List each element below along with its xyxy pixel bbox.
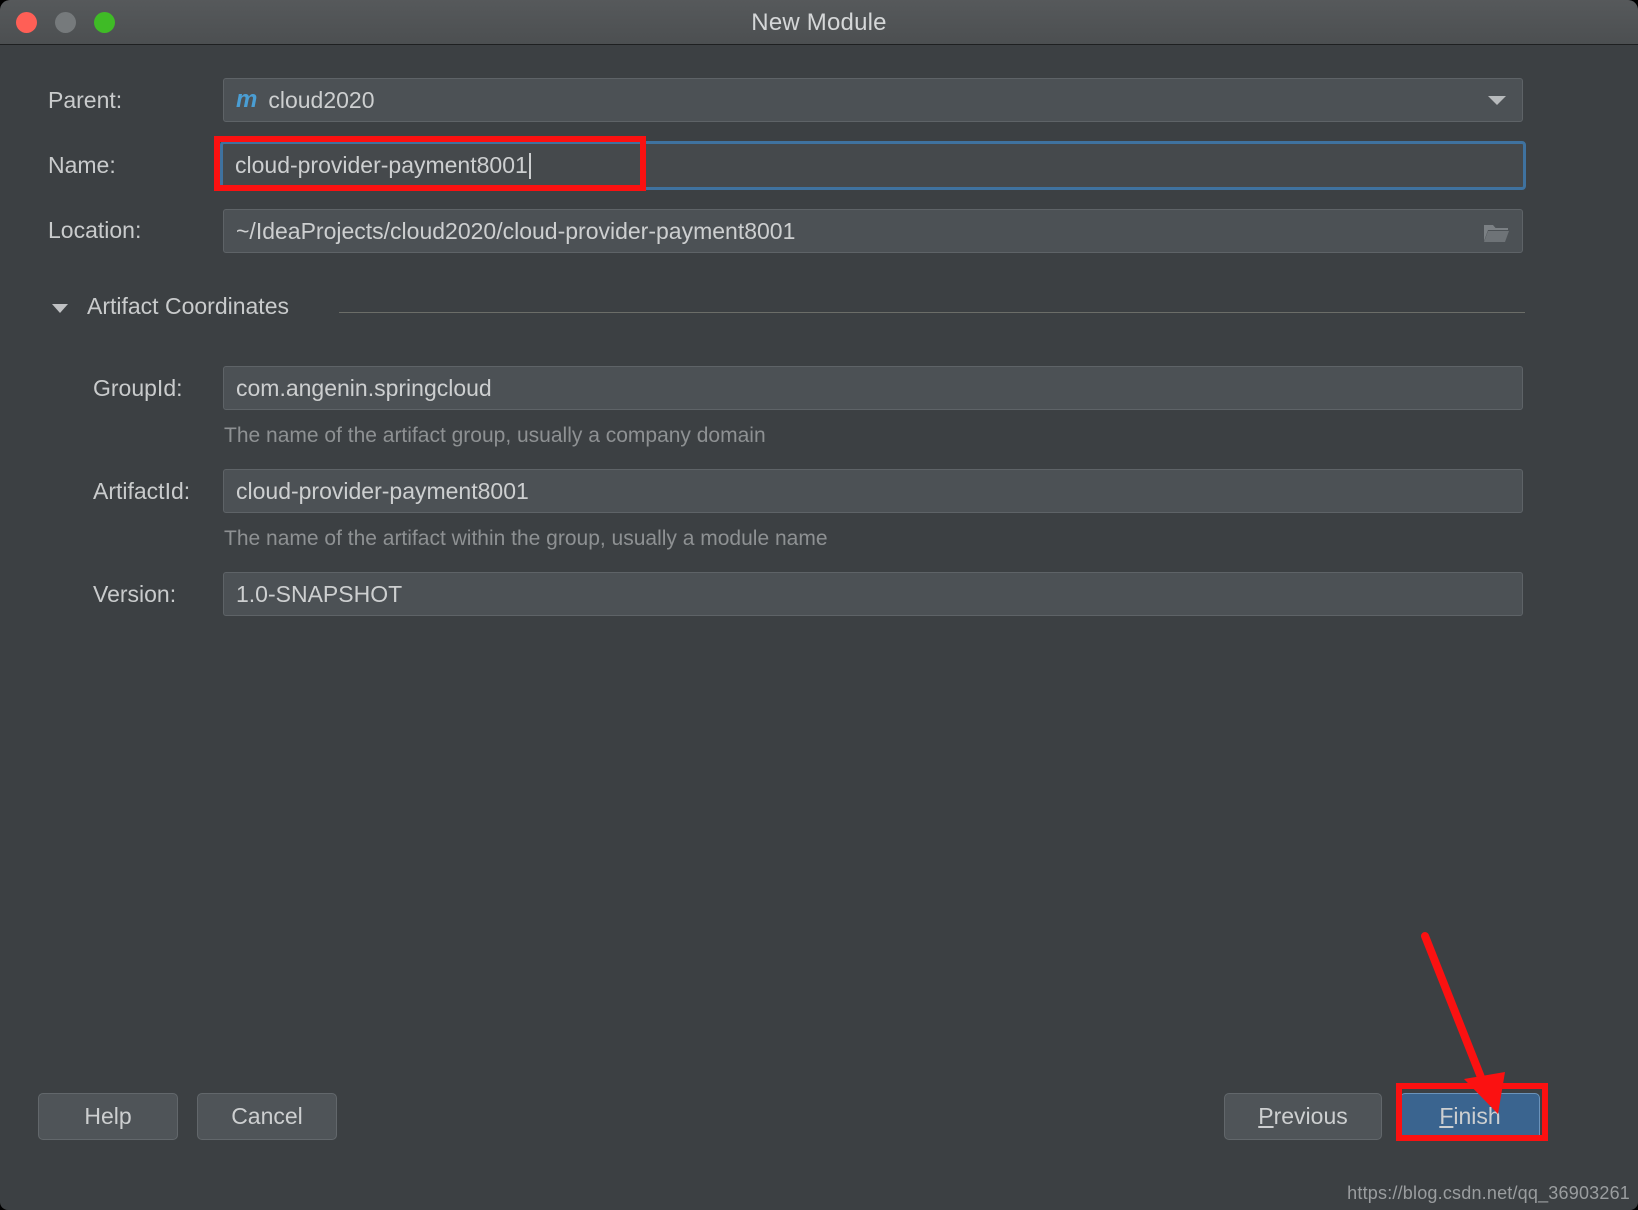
maven-module-icon: m [236,86,258,113]
chevron-down-icon[interactable] [1488,96,1506,105]
parent-value: cloud2020 [268,86,375,113]
finish-button[interactable]: Finish [1400,1093,1540,1140]
artifactid-hint: The name of the artifact within the grou… [224,527,828,550]
dialog-body: Parent: m cloud2020 Name: cloud-provider… [0,45,1638,1065]
previous-mnemonic: P [1258,1103,1274,1129]
version-input-value: 1.0-SNAPSHOT [236,580,403,607]
name-label: Name: [48,152,116,178]
location-label: Location: [48,217,142,243]
watermark-text: https://blog.csdn.net/qq_36903261 [1347,1183,1630,1203]
window-title: New Module [751,9,887,36]
dialog-footer: Help Cancel Previous Finish https://blog… [0,1065,1638,1210]
artifactid-label: ArtifactId: [93,478,191,504]
parent-combobox[interactable]: m cloud2020 [223,78,1523,122]
groupid-input[interactable]: com.angenin.springcloud [223,366,1523,410]
artifact-coordinates-title: Artifact Coordinates [87,293,289,319]
titlebar: New Module [0,0,1638,45]
section-divider [339,312,1525,313]
cancel-button[interactable]: Cancel [197,1093,337,1140]
version-input[interactable]: 1.0-SNAPSHOT [223,572,1523,616]
location-input-value: ~/IdeaProjects/cloud2020/cloud-provider-… [236,217,796,244]
groupid-input-value: com.angenin.springcloud [236,374,492,401]
triangle-down-icon[interactable] [52,304,68,313]
name-input[interactable]: cloud-provider-payment8001 [227,148,1519,183]
previous-button[interactable]: Previous [1224,1093,1382,1140]
folder-icon[interactable] [1482,222,1510,244]
previous-label-rest: revious [1273,1103,1348,1129]
help-button[interactable]: Help [38,1093,178,1140]
name-input-value: cloud-provider-payment8001 [235,152,528,178]
groupid-label: GroupId: [93,375,183,401]
artifactid-input[interactable]: cloud-provider-payment8001 [223,469,1523,513]
finish-mnemonic: F [1439,1103,1454,1129]
artifactid-input-value: cloud-provider-payment8001 [236,477,529,504]
new-module-dialog: New Module Parent: m cloud2020 Name: clo… [0,0,1638,1210]
version-label: Version: [93,581,177,607]
groupid-hint: The name of the artifact group, usually … [224,424,766,447]
parent-label: Parent: [48,87,123,113]
location-input[interactable]: ~/IdeaProjects/cloud2020/cloud-provider-… [223,209,1523,253]
text-caret [528,152,531,179]
finish-label-rest: inish [1453,1103,1501,1129]
